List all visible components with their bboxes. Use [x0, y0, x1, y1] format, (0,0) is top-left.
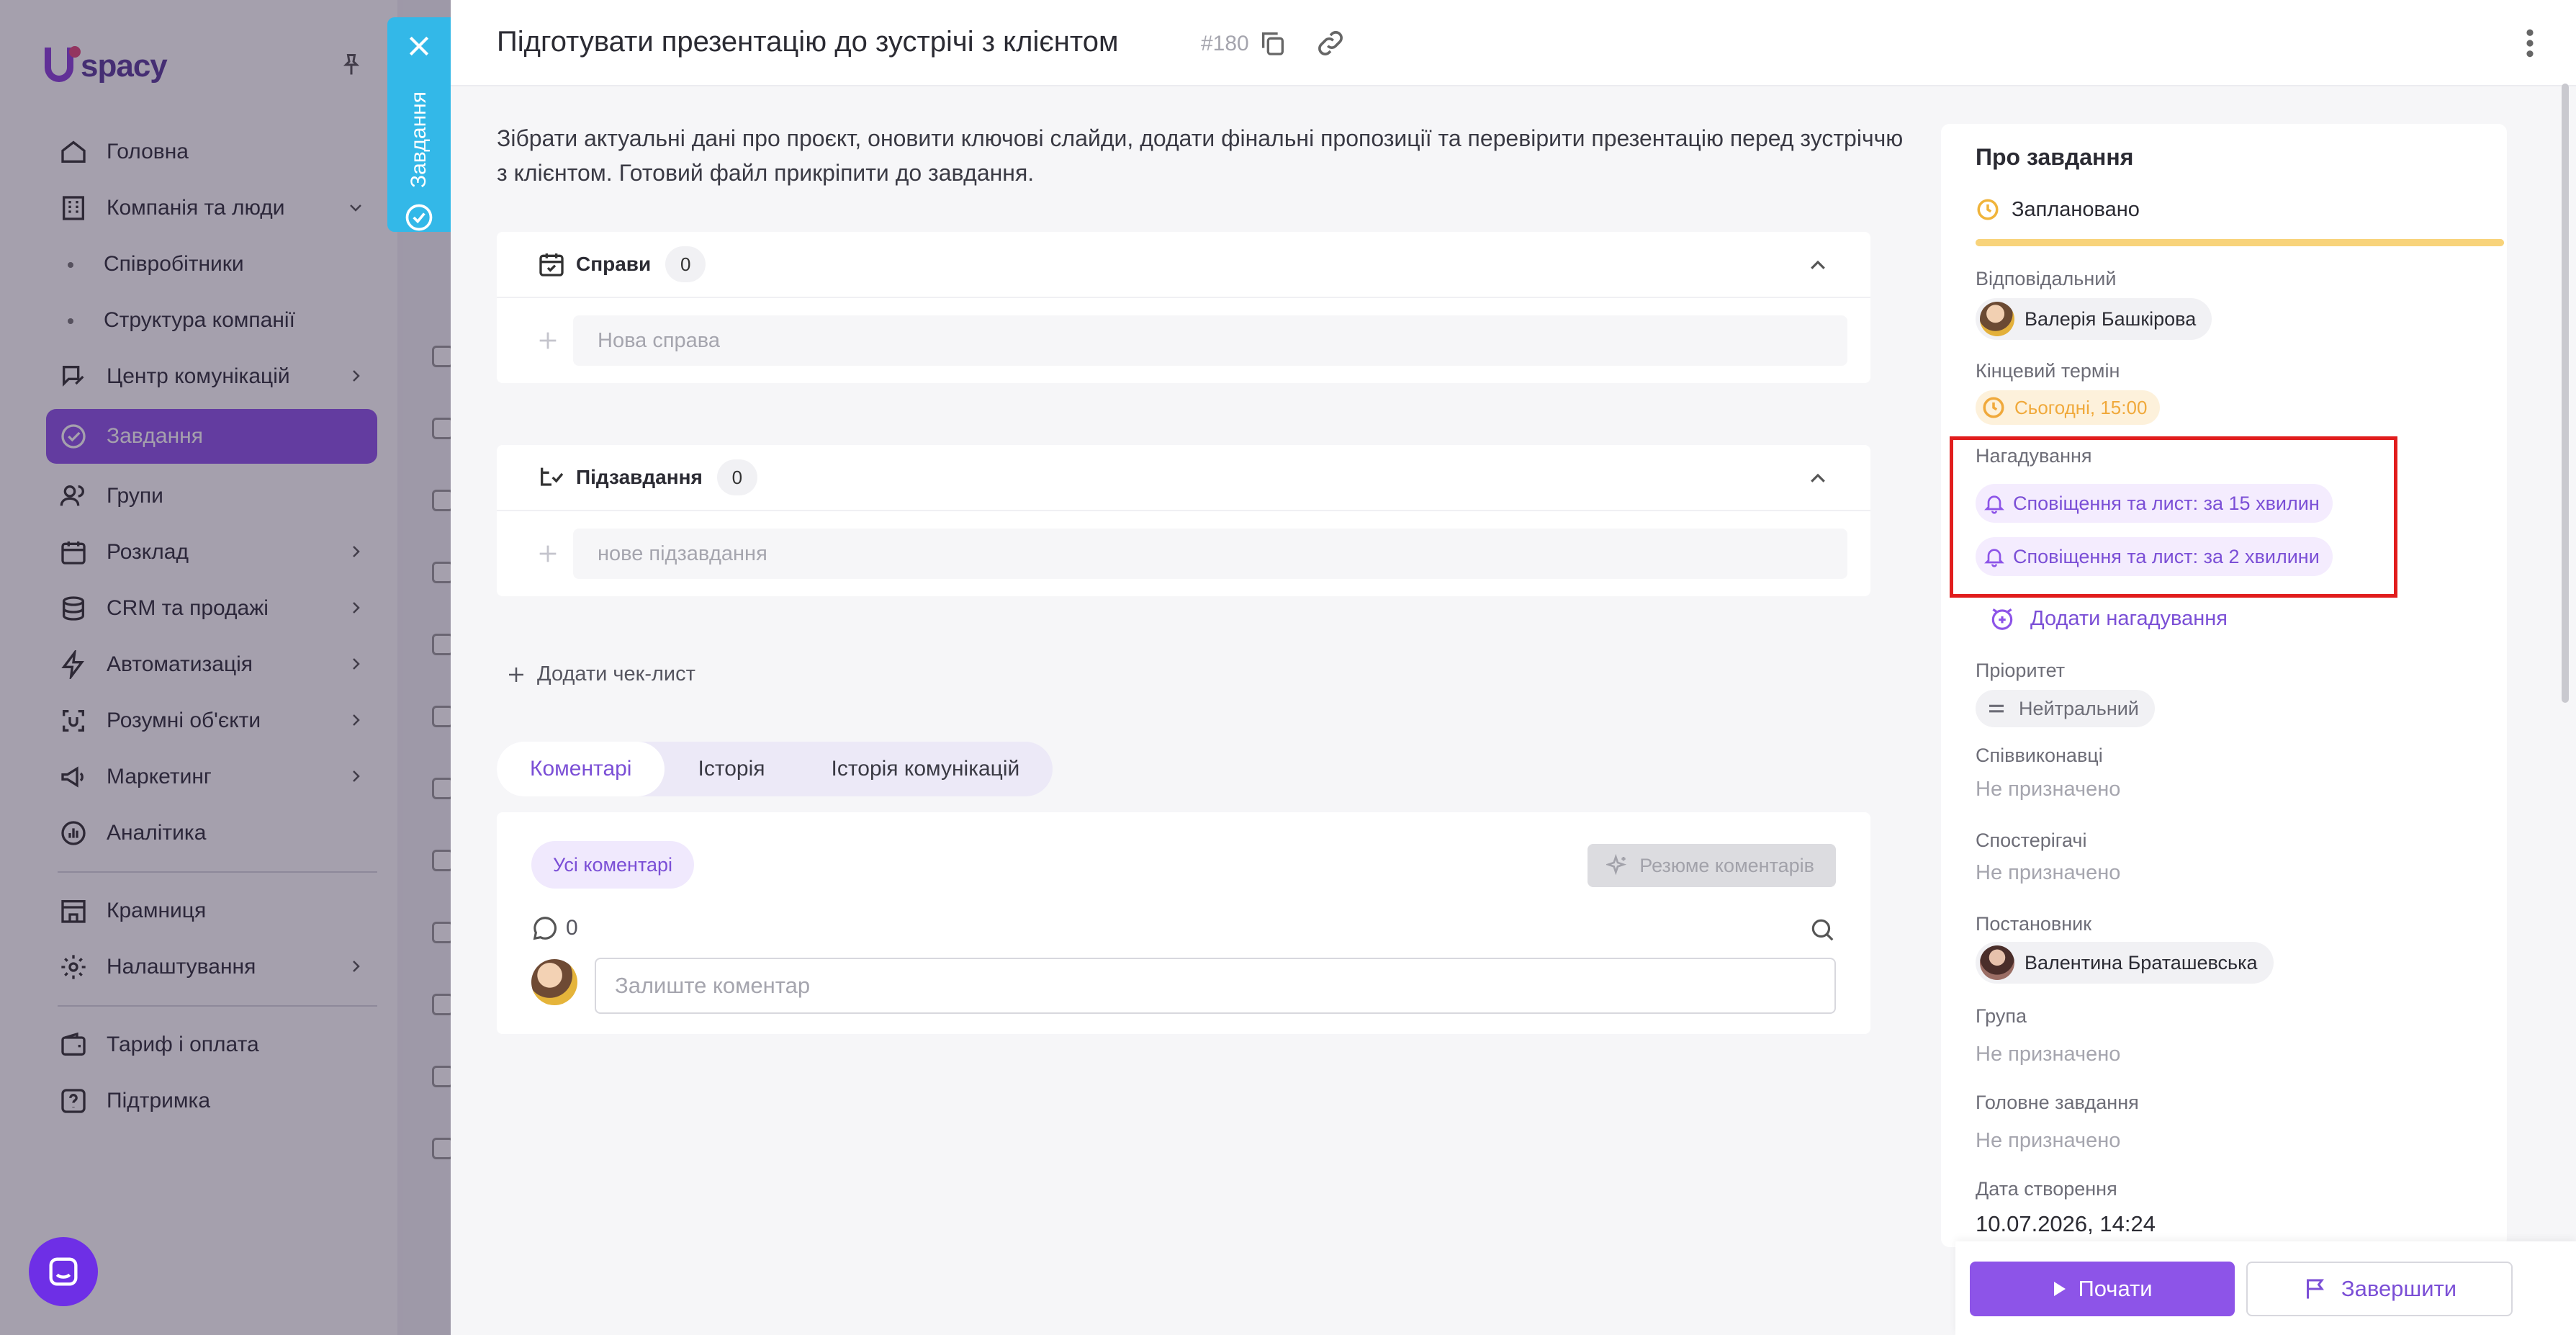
todos-count: 0 — [665, 246, 706, 282]
plus-icon[interactable] — [536, 328, 560, 353]
link-icon[interactable] — [1315, 27, 1346, 59]
observers-value[interactable]: Не призначено — [1976, 861, 2120, 885]
group-value[interactable]: Не призначено — [1976, 1043, 2120, 1066]
activity-tabs: Коментарі Історія Історія комунікацій — [497, 742, 1053, 796]
subtasks-count: 0 — [716, 459, 757, 495]
group-label: Група — [1976, 1005, 2027, 1027]
alarm-plus-icon — [1991, 608, 2013, 630]
priority-label: Пріоритет — [1976, 660, 2066, 681]
plus-icon — [509, 667, 523, 682]
task-tab-label: Завдання — [407, 91, 431, 188]
subtasks-card: Підзавдання 0 нове підзавдання — [497, 445, 1870, 596]
assignee-name: Валерія Башкірова — [2025, 307, 2197, 330]
coexecutors-label: Співвиконавці — [1976, 745, 2103, 766]
status-label: Заплановано — [2012, 197, 2140, 221]
new-subtask-row: нове підзавдання — [497, 511, 1870, 596]
observers-label: Спостерігачі — [1976, 830, 2087, 851]
chevron-up-icon[interactable] — [1807, 255, 1829, 277]
tab-history[interactable]: Історія — [665, 742, 798, 796]
assignee-chip[interactable]: Валерія Башкірова — [1976, 298, 2212, 340]
assignee-label: Відповідальний — [1976, 268, 2117, 289]
task-footer: Почати Завершити — [1955, 1241, 2576, 1335]
flag-icon — [2306, 1279, 2324, 1299]
copy-icon[interactable] — [1258, 27, 1287, 59]
tab-comments[interactable]: Коментарі — [497, 742, 665, 796]
tab-communication-history[interactable]: Історія комунікацій — [798, 742, 1053, 796]
parent-task-label: Головне завдання — [1976, 1092, 2139, 1113]
scrollbar[interactable] — [2562, 84, 2569, 703]
task-panel: Підготувати презентацію до зустрічі з кл… — [451, 0, 2576, 1335]
subtasks-header[interactable]: Підзавдання 0 — [497, 445, 1870, 511]
deadline-label: Кінцевий термін — [1976, 360, 2120, 382]
task-check-icon — [405, 204, 433, 231]
coexecutors-value[interactable]: Не призначено — [1976, 778, 2120, 801]
created-date-value: 10.07.2026, 14:24 — [1976, 1211, 2156, 1236]
start-button[interactable]: Почати — [1970, 1262, 2235, 1316]
task-header: Підготувати презентацію до зустрічі з кл… — [451, 0, 2576, 86]
priority-chip[interactable]: Нейтральний — [1976, 690, 2155, 727]
creator-chip[interactable]: Валентина Браташевська — [1976, 942, 2274, 984]
created-date-label: Дата створення — [1976, 1178, 2117, 1200]
play-icon — [2054, 1282, 2066, 1296]
avatar — [1980, 945, 2014, 980]
deadline-value: Сьогодні, 15:00 — [2014, 396, 2148, 418]
plus-icon[interactable] — [536, 541, 560, 566]
add-reminder-button[interactable]: Додати нагадування — [1989, 605, 2228, 632]
finish-button[interactable]: Завершити — [2246, 1262, 2513, 1316]
status-selector[interactable]: Заплановано — [1976, 197, 2140, 222]
subtasks-icon — [541, 467, 564, 486]
avatar — [531, 959, 577, 1005]
close-icon[interactable] — [405, 32, 433, 60]
priority-value: Нейтральний — [2019, 697, 2139, 719]
comments-section: Усі коментарі Резюме коментарів 0 Залишт… — [497, 812, 1870, 1034]
new-todo-input[interactable]: Нова справа — [573, 315, 1847, 366]
status-progress-fill — [1976, 239, 2504, 246]
todos-label: Справи — [576, 253, 652, 275]
support-chat-button[interactable] — [29, 1237, 98, 1306]
avatar — [1980, 302, 2014, 336]
subtasks-label: Підзавдання — [576, 466, 703, 488]
clock-icon — [1977, 199, 1999, 220]
finish-label: Завершити — [2341, 1276, 2457, 1301]
task-side-tab[interactable]: Завдання — [387, 17, 451, 232]
parent-task-value[interactable]: Не призначено — [1976, 1129, 2120, 1153]
new-subtask-input[interactable]: нове підзавдання — [573, 529, 1847, 579]
comments-summary-button[interactable]: Резюме коментарів — [1588, 844, 1836, 887]
task-description[interactable]: Зібрати актуальні дані про проєкт, онови… — [497, 121, 1908, 190]
search-icon[interactable] — [1809, 916, 1836, 943]
info-title: Про завдання — [1976, 144, 2134, 170]
equals-icon — [1989, 704, 2004, 713]
status-progress-bar — [1976, 239, 2504, 246]
deadline-chip[interactable]: Сьогодні, 15:00 — [1976, 390, 2161, 425]
all-comments-filter[interactable]: Усі коментарі — [531, 841, 695, 889]
more-menu-icon[interactable] — [2523, 27, 2537, 59]
add-reminder-label: Додати нагадування — [2030, 606, 2228, 630]
comment-counter: 0 — [531, 914, 578, 942]
start-label: Почати — [2078, 1276, 2153, 1301]
chat-icon — [49, 1257, 78, 1286]
todos-header[interactable]: Справи 0 — [497, 232, 1870, 298]
task-id: #180 — [1201, 32, 1249, 55]
task-title[interactable]: Підготувати презентацію до зустрічі з кл… — [497, 26, 1118, 58]
reminders-highlight-box — [1950, 436, 2397, 598]
summary-label: Резюме коментарів — [1639, 854, 1814, 876]
sparkle-icon — [1606, 854, 1627, 876]
creator-name: Валентина Браташевська — [2025, 951, 2258, 974]
comment-bubble-icon — [533, 917, 557, 940]
todos-card: Справи 0 Нова справа — [497, 232, 1870, 383]
task-info-panel: Про завдання Заплановано Відповідальний … — [1941, 124, 2507, 1247]
comment-input[interactable]: Залиште коментар — [595, 958, 1836, 1014]
comment-count-value: 0 — [566, 916, 578, 940]
calendar-check-icon — [539, 253, 564, 277]
new-todo-row: Нова справа — [497, 298, 1870, 383]
add-checklist-button[interactable]: Додати чек-лист — [505, 662, 695, 686]
creator-label: Постановник — [1976, 913, 2092, 935]
add-checklist-label: Додати чек-лист — [537, 662, 695, 686]
clock-icon — [1983, 397, 2004, 418]
chevron-up-icon[interactable] — [1807, 468, 1829, 490]
